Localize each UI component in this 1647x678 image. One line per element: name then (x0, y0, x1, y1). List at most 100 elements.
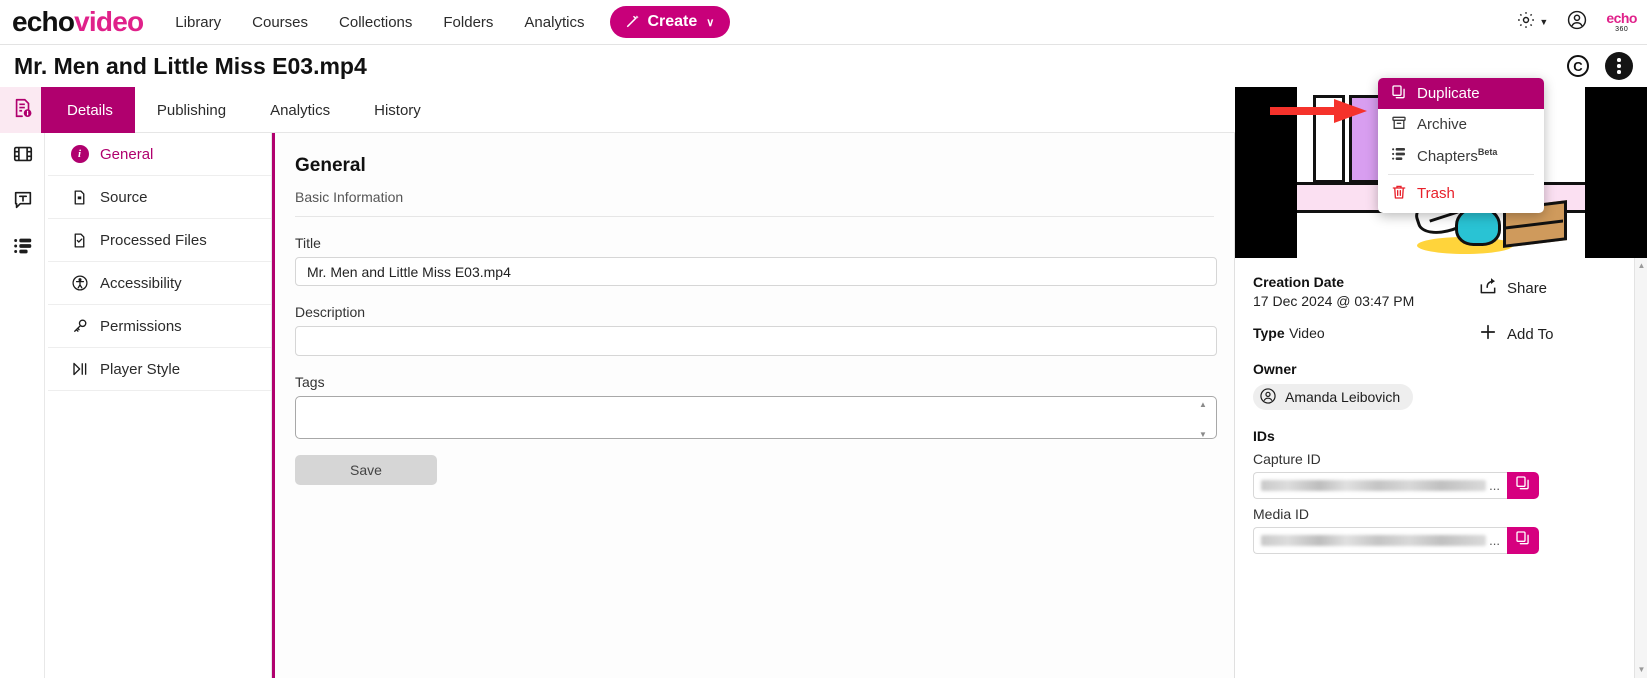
metadata-top-row: Creation Date 17 Dec 2024 @ 03:47 PM Typ… (1253, 274, 1629, 410)
archive-icon (1391, 115, 1407, 135)
nav-link-folders[interactable]: Folders (441, 10, 495, 35)
subnav-item-general[interactable]: i General (48, 133, 271, 176)
creation-date-value: 17 Dec 2024 @ 03:47 PM (1253, 293, 1415, 309)
capture-id-ellipsis: ... (1489, 478, 1500, 493)
source-file-icon (70, 189, 89, 206)
tags-field-label: Tags (295, 374, 325, 390)
subnav-label: Processed Files (100, 231, 207, 249)
details-rail-icon (12, 97, 34, 124)
info-icon: i (70, 145, 89, 163)
subnav-item-permissions[interactable]: Permissions (48, 305, 271, 348)
metadata-action-column: Share Add To (1478, 274, 1629, 410)
plus-icon (1478, 322, 1498, 346)
media-id-field[interactable]: ... (1253, 527, 1507, 554)
metadata-left-column: Creation Date 17 Dec 2024 @ 03:47 PM Typ… (1253, 274, 1478, 410)
kebab-dot (1617, 70, 1621, 74)
create-button[interactable]: Create ∨ (610, 6, 731, 38)
share-icon (1478, 276, 1498, 300)
tags-spinner-up[interactable]: ▲ (1198, 401, 1208, 409)
nav-link-collections[interactable]: Collections (337, 10, 414, 35)
menu-item-trash[interactable]: Trash (1378, 178, 1544, 209)
type-label: Type (1253, 325, 1285, 341)
subnav-item-processed-files[interactable]: Processed Files (48, 219, 271, 262)
capture-id-row: ... (1253, 472, 1539, 499)
trash-icon (1391, 184, 1407, 204)
rail-item-list[interactable] (0, 225, 45, 271)
list-rail-icon (12, 235, 34, 262)
section-subheading: Basic Information (295, 189, 1214, 217)
media-id-redacted-value (1261, 535, 1487, 546)
menu-item-chapters[interactable]: ChaptersBeta (1378, 140, 1544, 171)
duplicate-icon (1391, 84, 1407, 104)
processed-file-icon (70, 232, 89, 249)
menu-item-duplicate[interactable]: Duplicate (1378, 78, 1544, 109)
tab-publishing[interactable]: Publishing (135, 87, 248, 133)
copyright-icon[interactable]: C (1567, 55, 1589, 77)
chapters-text: Chapters (1417, 147, 1478, 165)
logo-text-video: video (74, 6, 144, 37)
details-subnav: i General Source Processed Files Accessi… (48, 133, 272, 678)
nav-right-actions: ▼ echo 360 (1516, 9, 1637, 36)
subnav-label: Player Style (100, 360, 181, 378)
menu-divider (1388, 174, 1534, 175)
tags-spinner-down[interactable]: ▼ (1198, 431, 1208, 439)
tab-analytics[interactable]: Analytics (248, 87, 352, 133)
rail-item-media[interactable] (0, 133, 45, 179)
subnav-item-accessibility[interactable]: Accessibility (48, 262, 271, 305)
menu-item-label: Archive (1417, 116, 1468, 133)
share-button[interactable]: Share (1478, 276, 1629, 300)
key-icon (70, 317, 89, 335)
capture-id-field[interactable]: ... (1253, 472, 1507, 499)
caption-bubble-icon (12, 189, 34, 216)
logo-text-echo: echo (12, 6, 75, 37)
tab-details[interactable]: Details (45, 87, 135, 133)
nav-link-library[interactable]: Library (173, 10, 223, 35)
kebab-dot (1617, 64, 1621, 68)
tags-field-wrapper: ▲ ▼ (295, 396, 1217, 444)
media-id-ellipsis: ... (1489, 533, 1500, 548)
title-field-label: Title (295, 235, 321, 251)
share-label: Share (1507, 279, 1548, 297)
general-details-panel: General Basic Information Title Descript… (272, 133, 1235, 678)
account-button[interactable] (1566, 9, 1588, 36)
echovideo-logo[interactable]: echo video (12, 6, 144, 38)
nav-link-courses[interactable]: Courses (250, 10, 310, 35)
kebab-menu-icon[interactable] (1605, 52, 1633, 80)
menu-item-archive[interactable]: Archive (1378, 109, 1544, 140)
description-input[interactable] (295, 326, 1217, 356)
player-style-icon (70, 360, 89, 378)
copy-media-id-button[interactable] (1507, 527, 1539, 554)
tags-input[interactable] (295, 396, 1217, 439)
menu-item-label: Duplicate (1417, 85, 1480, 102)
content-tabs: Details Publishing Analytics History (45, 87, 1235, 133)
accessibility-icon (70, 274, 89, 292)
add-to-button[interactable]: Add To (1478, 322, 1629, 346)
rail-item-captions[interactable] (0, 179, 45, 225)
owner-label: Owner (1253, 361, 1297, 377)
subnav-item-source[interactable]: Source (48, 176, 271, 219)
title-input[interactable] (295, 257, 1217, 286)
owner-chip[interactable]: Amanda Leibovich (1253, 384, 1414, 410)
settings-menu-button[interactable]: ▼ (1516, 10, 1548, 35)
kebab-dot (1617, 58, 1621, 62)
ids-section-label: IDs (1253, 428, 1275, 444)
section-heading: General (295, 155, 366, 176)
media-metadata: Creation Date 17 Dec 2024 @ 03:47 PM Typ… (1235, 258, 1647, 678)
film-strip-icon (12, 143, 34, 170)
copy-icon (1515, 530, 1531, 551)
echo360-logo[interactable]: echo 360 (1606, 11, 1637, 33)
type-value: Video (1289, 325, 1325, 341)
primary-nav-links: Library Courses Collections Folders Anal… (173, 10, 586, 35)
subnav-item-player-style[interactable]: Player Style (48, 348, 271, 391)
save-button[interactable]: Save (295, 455, 437, 485)
create-button-label: Create (647, 13, 698, 30)
copy-icon (1515, 475, 1531, 496)
nav-link-analytics[interactable]: Analytics (522, 10, 586, 35)
tab-history[interactable]: History (352, 87, 443, 133)
subnav-label: Source (100, 188, 148, 206)
rail-item-details[interactable] (0, 87, 52, 133)
copy-capture-id-button[interactable] (1507, 472, 1539, 499)
chevron-down-icon: ▼ (1539, 17, 1549, 27)
echo360-number: 360 (1615, 26, 1629, 33)
menu-item-label: ChaptersBeta (1417, 147, 1497, 165)
